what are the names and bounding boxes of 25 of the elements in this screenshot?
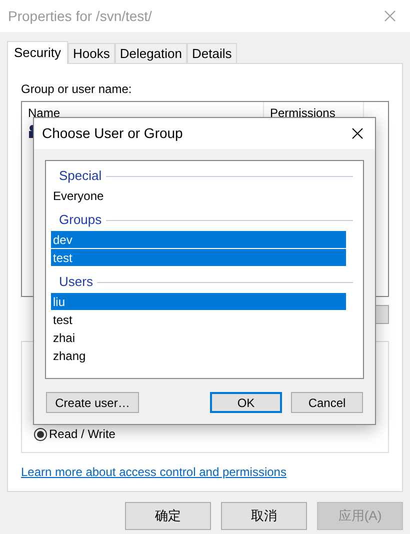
tab[interactable]: Security: [7, 41, 68, 64]
close-icon[interactable]: [352, 128, 363, 139]
list-item[interactable]: test: [51, 249, 346, 266]
dialog-button[interactable]: 确定: [125, 502, 211, 530]
list-item[interactable]: test: [51, 311, 346, 328]
tab[interactable]: Details: [186, 43, 237, 63]
dialog-button[interactable]: OK: [210, 392, 282, 413]
section-header: Users: [59, 273, 93, 292]
window-title: Properties for /svn/test/: [8, 6, 152, 26]
help-link[interactable]: Learn more about access control and permissions: [21, 463, 389, 481]
tab[interactable]: Hooks: [68, 43, 115, 63]
dialog-title: Choose User or Group: [42, 124, 183, 143]
dialog-button[interactable]: Cancel: [291, 392, 363, 413]
dialog-button[interactable]: 取消: [221, 502, 307, 530]
list-item[interactable]: dev: [51, 231, 346, 248]
radio-button[interactable]: Read / Write: [34, 425, 116, 443]
list-item[interactable]: liu: [51, 293, 346, 310]
section-header: Special: [59, 167, 102, 186]
list-item[interactable]: zhang: [51, 347, 346, 364]
section-header: Groups: [59, 211, 102, 230]
field-label: Group or user name:: [21, 81, 133, 98]
list-item[interactable]: zhai: [51, 329, 346, 346]
dialog-button[interactable]: Create user…: [46, 392, 139, 413]
tab[interactable]: Delegation: [114, 43, 187, 63]
list-item[interactable]: Everyone: [51, 187, 346, 204]
